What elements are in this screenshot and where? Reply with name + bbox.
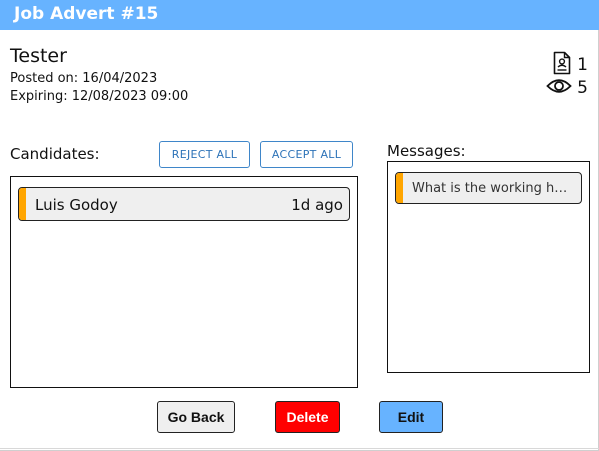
- message-preview: What is the working hours?: [412, 181, 574, 196]
- reject-all-button[interactable]: REJECT ALL: [159, 141, 250, 168]
- divider: [0, 448, 599, 449]
- posted-date: Posted on: 16/04/2023: [10, 71, 158, 86]
- candidate-time: 1d ago: [291, 196, 343, 214]
- header-bar: Job Advert #15: [0, 0, 599, 30]
- edit-button[interactable]: Edit: [379, 401, 443, 433]
- applicants-count: 1: [577, 55, 588, 75]
- candidate-name: Luis Godoy: [35, 196, 118, 214]
- status-indicator: [396, 173, 403, 203]
- candidates-list[interactable]: Luis Godoy 1d ago: [10, 176, 358, 388]
- applicants-stat: 1: [552, 51, 588, 79]
- candidates-label: Candidates:: [10, 145, 100, 163]
- delete-button[interactable]: Delete: [275, 401, 340, 433]
- job-title: Tester: [10, 45, 67, 67]
- job-stats: 1 5: [528, 51, 588, 101]
- go-back-button[interactable]: Go Back: [157, 401, 235, 433]
- candidate-card[interactable]: Luis Godoy 1d ago: [18, 187, 350, 221]
- status-indicator: [19, 188, 26, 220]
- views-count: 5: [577, 78, 588, 98]
- messages-list[interactable]: What is the working hours?: [387, 161, 590, 373]
- document-user-icon: [552, 51, 572, 79]
- expiry-date: Expiring: 12/08/2023 09:00: [10, 89, 189, 104]
- message-card[interactable]: What is the working hours?: [395, 172, 582, 204]
- views-stat: 5: [546, 77, 588, 99]
- messages-label: Messages:: [387, 142, 466, 160]
- accept-all-button[interactable]: ACCEPT ALL: [260, 141, 353, 168]
- page-title: Job Advert #15: [14, 4, 159, 24]
- job-advert-window: Job Advert #15 Tester Posted on: 16/04/2…: [0, 0, 599, 451]
- eye-icon: [546, 77, 572, 99]
